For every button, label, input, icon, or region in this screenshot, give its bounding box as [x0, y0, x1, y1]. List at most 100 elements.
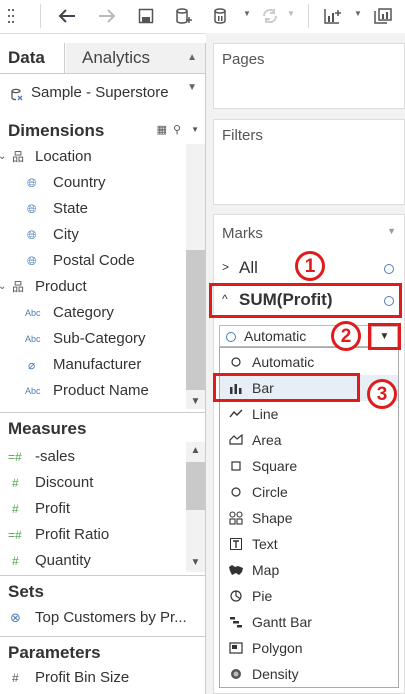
save-icon[interactable]	[137, 6, 155, 26]
menu-item-label: Area	[252, 432, 282, 448]
field-label: -sales	[35, 448, 76, 465]
back-arrow-icon[interactable]	[56, 6, 78, 26]
chevron-down-icon[interactable]: ▼	[287, 9, 295, 18]
scroll-thumb[interactable]	[186, 250, 205, 390]
pause-datasource-icon[interactable]	[212, 6, 230, 26]
filters-shelf[interactable]: Filters	[213, 119, 405, 205]
field-label: Quantity	[35, 552, 91, 569]
menu-item-gantt-bar[interactable]: Gantt Bar	[220, 609, 398, 635]
shape-icon	[228, 505, 244, 534]
globe-icon: 🌐︎	[27, 202, 37, 216]
number-icon: #	[12, 476, 19, 490]
new-datasource-icon[interactable]	[174, 6, 194, 26]
mark-type-value: Automatic	[244, 328, 307, 344]
menu-item-square[interactable]: Square	[220, 453, 398, 479]
dimension-field[interactable]: Abc Sub-Category	[0, 326, 185, 352]
menu-item-map[interactable]: Map	[220, 557, 398, 583]
dimension-folder-location[interactable]: ⌄ 品 Location	[0, 144, 185, 170]
globe-icon: 🌐︎	[27, 254, 37, 268]
marks-all-label: All	[239, 258, 258, 277]
field-label: City	[53, 226, 79, 243]
sets-title: Sets	[8, 582, 44, 601]
menu-item-label: Circle	[252, 484, 288, 500]
chevron-down-icon[interactable]: ▼	[387, 226, 396, 236]
forward-arrow-icon[interactable]	[96, 6, 118, 26]
measure-field[interactable]: =# Profit Ratio	[0, 522, 185, 548]
sets-header: Sets	[0, 575, 205, 606]
collapse-icon[interactable]: ⌄	[0, 144, 6, 170]
pages-shelf[interactable]: Pages	[213, 43, 405, 109]
menu-item-pie[interactable]: Pie	[220, 583, 398, 609]
datasource-item[interactable]: Sample - Superstore	[0, 81, 205, 105]
measure-field[interactable]: # Quantity	[0, 548, 185, 574]
density-icon	[228, 661, 244, 689]
abc-icon: Abc	[25, 386, 41, 396]
menu-item-area[interactable]: Area	[220, 427, 398, 453]
datasource-name: Sample - Superstore	[31, 84, 169, 101]
dimension-field[interactable]: 🌐︎ State	[0, 196, 185, 222]
tab-analytics[interactable]: Analytics ▲ ▼	[66, 43, 205, 93]
tab-analytics-label: Analytics	[82, 48, 151, 67]
menu-item-text[interactable]: Text	[220, 531, 398, 557]
chevron-down-icon[interactable]: ▼	[191, 125, 199, 136]
filters-label: Filters	[222, 127, 263, 144]
expand-icon[interactable]: >	[222, 260, 229, 274]
scroll-down-icon[interactable]: ▼	[186, 395, 205, 409]
measure-field[interactable]: # Profit	[0, 496, 185, 522]
chevron-down-icon[interactable]: ▼	[354, 9, 362, 18]
menu-item-label: Map	[252, 562, 280, 578]
field-label: Top Customers by Pr...	[35, 609, 187, 626]
grid-icon[interactable]	[6, 6, 20, 26]
refresh-icon[interactable]	[259, 6, 281, 26]
menu-item-automatic[interactable]: Automatic	[220, 349, 398, 375]
globe-icon: 🌐︎	[27, 176, 37, 190]
dimension-field[interactable]: ⌀ Manufacturer	[0, 352, 185, 378]
menu-item-label: Shape	[252, 510, 293, 526]
menu-item-label: Automatic	[252, 354, 315, 370]
chevron-down-icon[interactable]: ▼	[243, 9, 251, 18]
scroll-down-icon[interactable]: ▼	[186, 556, 205, 570]
highlight-measure-box	[209, 283, 402, 318]
menu-item-shape[interactable]: Shape	[220, 505, 398, 531]
scroll-up-icon[interactable]: ▲	[186, 444, 205, 458]
dimension-field[interactable]: Abc Category	[0, 300, 185, 326]
field-label: Category	[53, 304, 114, 321]
dimension-field[interactable]: 🌐︎ City	[0, 222, 185, 248]
line-icon	[228, 401, 244, 428]
field-label: Sub-Category	[53, 330, 146, 347]
set-field[interactable]: ⊗ Top Customers by Pr...	[0, 605, 200, 631]
tab-data[interactable]: Data	[0, 43, 65, 73]
menu-item-polygon[interactable]: Polygon	[220, 635, 398, 661]
mark-type-row: Automatic	[213, 323, 397, 347]
dimensions-scrollbar[interactable]: ▼	[186, 144, 205, 409]
measures-title: Measures	[8, 419, 87, 438]
collapse-icon[interactable]: ⌄	[0, 274, 6, 300]
pane-tabs: Data Analytics ▲ ▼	[0, 43, 205, 93]
circle-icon	[226, 332, 236, 342]
menu-item-label: Square	[252, 458, 298, 474]
field-label: Country	[53, 174, 106, 191]
dimension-field[interactable]: 🌐︎ Country	[0, 170, 185, 196]
view-options-icon[interactable]: ▦	[157, 123, 167, 136]
measure-field[interactable]: # Discount	[0, 470, 185, 496]
new-worksheet-icon[interactable]	[322, 6, 344, 26]
field-label: Manufacturer	[53, 356, 142, 373]
search-icon[interactable]: ⚲	[173, 123, 181, 136]
field-label: Profit	[35, 500, 71, 517]
menu-item-density[interactable]: Density	[220, 661, 398, 687]
dimension-field[interactable]: 🌐︎ Postal Code	[0, 248, 185, 274]
duplicate-sheet-icon[interactable]	[372, 6, 394, 26]
dimension-field[interactable]: Abc Product Name	[0, 378, 185, 404]
dimensions-header: Dimensions ▦ ⚲ ▼	[0, 115, 205, 145]
scroll-thumb[interactable]	[186, 462, 205, 510]
menu-item-circle[interactable]: Circle	[220, 479, 398, 505]
field-label: Profit Bin Size	[35, 669, 130, 686]
polygon-icon	[228, 635, 244, 663]
pages-label: Pages	[222, 51, 265, 68]
parameter-field[interactable]: # Profit Bin Size	[0, 665, 200, 691]
abc-icon: Abc	[25, 308, 41, 318]
calculated-measure-icon: =#	[8, 528, 22, 542]
dimension-folder-product[interactable]: ⌄ 品 Product	[0, 274, 185, 300]
measure-field[interactable]: =# -sales	[0, 444, 185, 470]
measures-scrollbar[interactable]: ▲ ▼	[186, 442, 205, 572]
